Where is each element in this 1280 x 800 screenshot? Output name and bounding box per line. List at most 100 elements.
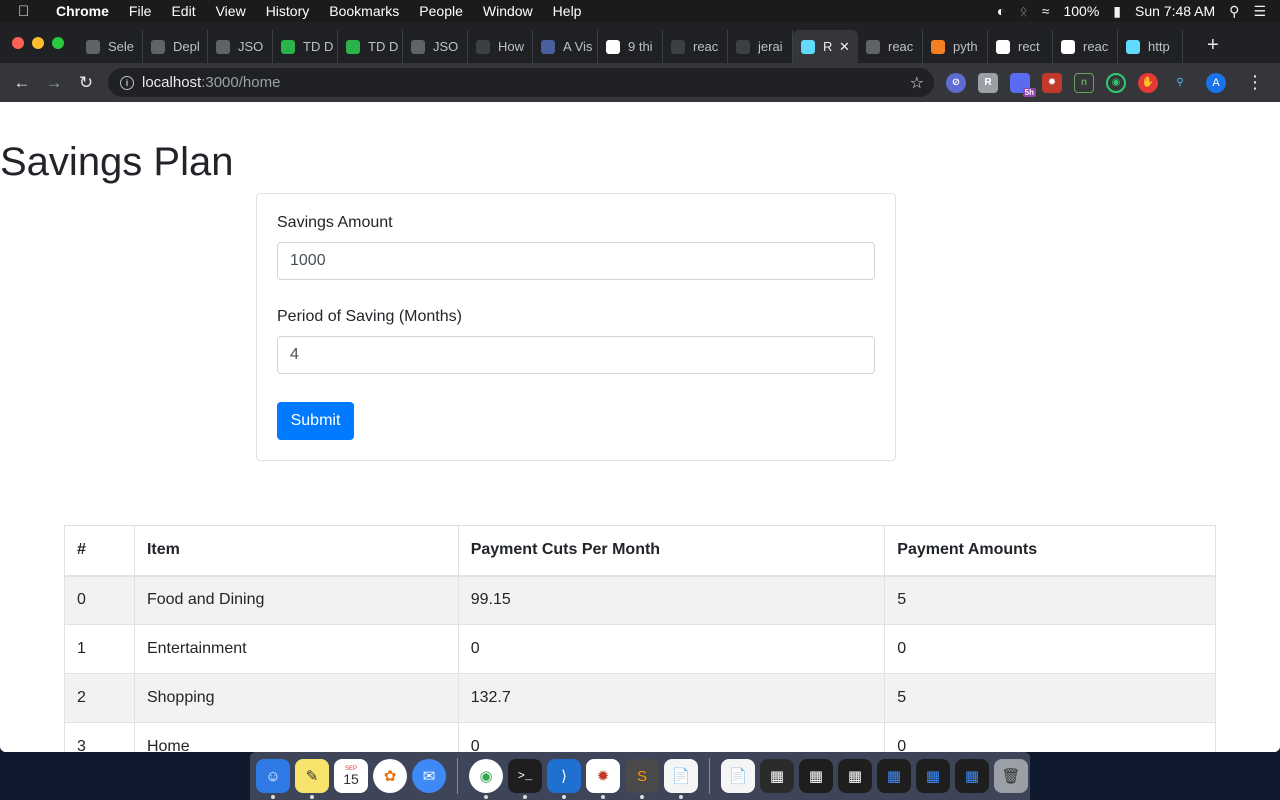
site-info-icon[interactable]: i — [120, 75, 134, 90]
tab-strip: Sele Depl JSO TD D TD D JSO How A Vis 9 thi reac j… — [0, 22, 1280, 63]
reload-button[interactable]: ↻ — [70, 67, 102, 99]
bluetooth-icon[interactable]: ᛟ — [1019, 3, 1027, 19]
window-thumbnail-icon[interactable]: ▦ — [799, 759, 833, 793]
browser-tab[interactable]: JSO — [403, 30, 468, 63]
sublime-text-icon[interactable]: S — [625, 759, 659, 799]
ext-badge: 5h — [1022, 87, 1036, 97]
browser-tab[interactable]: TD D — [338, 30, 403, 63]
document-icon[interactable]: 📄 — [664, 759, 698, 799]
terminal-icon[interactable]: >_ — [508, 759, 542, 799]
tab-label: A Vis — [563, 39, 593, 54]
globe-icon — [86, 39, 100, 54]
close-tab-icon[interactable]: ✕ — [839, 39, 850, 55]
browser-tab[interactable]: Depl — [143, 30, 208, 63]
window-thumbnail-icon[interactable]: ▦ — [838, 759, 872, 793]
chrome-icon[interactable]: ◉ — [469, 759, 503, 799]
submit-button[interactable]: Submit — [277, 402, 354, 440]
browser-tab[interactable]: R ✕ — [793, 30, 858, 63]
window-thumbnail-icon[interactable]: ▦ — [760, 759, 794, 793]
new-tab-button[interactable]: + — [1207, 35, 1219, 55]
github-icon — [476, 39, 490, 54]
ext-target-icon[interactable]: ◉ — [1106, 72, 1126, 93]
stackoverflow-icon — [931, 39, 945, 54]
browser-tab[interactable]: jerai — [728, 30, 793, 63]
browser-tab[interactable]: rect — [988, 30, 1053, 63]
browser-tab[interactable]: pyth — [923, 30, 988, 63]
finder-icon[interactable]: ☺ — [256, 759, 290, 799]
browser-tab[interactable]: 9 thi — [598, 30, 663, 63]
cell-payment-cut: 0 — [457, 624, 886, 674]
td-icon — [281, 39, 295, 54]
browser-tab[interactable]: How — [468, 30, 533, 63]
window-thumbnail-icon[interactable]: ▦ — [877, 759, 911, 793]
ext-bug-icon[interactable]: ✹ — [1042, 72, 1062, 93]
forward-button[interactable]: → — [38, 67, 70, 99]
address-bar[interactable]: i localhost:3000/home ☆ — [108, 68, 934, 97]
chrome-menu-icon[interactable]: ⋮ — [1246, 72, 1264, 93]
html-file-icon[interactable]: 📄 — [721, 759, 755, 793]
minimize-window-icon[interactable] — [32, 37, 44, 49]
period-input[interactable]: 4 — [277, 336, 875, 374]
spotlight-search-icon[interactable]: ⚲ — [1229, 3, 1239, 20]
macos-dock: ☺ ✎ SEP 15 ✿ ✉ ◉ >_ ⟩ ✹ S 📄 📄 ▦ ▦ ▦ ▦ ▦ ▦… — [250, 752, 1030, 800]
ext-search-icon[interactable]: ⚲ — [1170, 72, 1190, 93]
notes-icon[interactable]: ✎ — [295, 759, 329, 799]
ext-nodejs-icon[interactable]: n — [1074, 72, 1094, 93]
wifi-icon[interactable]: ≈ — [1042, 3, 1050, 19]
header-index: # — [64, 525, 135, 577]
browser-tab[interactable]: TD D — [273, 30, 338, 63]
cell-index: 0 — [64, 575, 135, 625]
vscode-icon[interactable]: ⟩ — [547, 759, 581, 799]
menu-edit[interactable]: Edit — [171, 3, 195, 19]
savings-amount-input[interactable]: 1000 — [277, 242, 875, 280]
clock[interactable]: Sun 7:48 AM — [1135, 3, 1215, 19]
browser-tab[interactable]: Sele — [78, 30, 143, 63]
cell-item: Home — [133, 722, 459, 752]
browser-tab[interactable]: JSO — [208, 30, 273, 63]
menu-history[interactable]: History — [266, 3, 310, 19]
header-payment-amounts: Payment Amounts — [884, 525, 1216, 577]
browser-tab[interactable]: A Vis — [533, 30, 598, 63]
browser-tab[interactable]: reac — [663, 30, 728, 63]
bookmark-star-icon[interactable]: ☆ — [910, 73, 924, 93]
photos-icon[interactable]: ✿ — [373, 759, 407, 793]
browser-tab[interactable]: reac — [858, 30, 923, 63]
window-thumbnail-icon[interactable]: ▦ — [916, 759, 950, 793]
menu-file[interactable]: File — [129, 3, 152, 19]
trash-icon[interactable]: 🗑 — [994, 759, 1028, 793]
browser-tab[interactable]: http — [1118, 30, 1183, 63]
notification-center-icon[interactable]: ☰ — [1253, 3, 1266, 20]
menu-window[interactable]: Window — [483, 3, 533, 19]
ext-block-icon[interactable]: ⊘ — [946, 72, 966, 93]
close-window-icon[interactable] — [12, 37, 24, 49]
table-row: 0 Food and Dining 99.15 5 — [64, 575, 1216, 625]
ext-calendar-icon[interactable]: 5h — [1010, 72, 1036, 97]
cell-payment-cut: 99.15 — [457, 575, 886, 625]
calendar-icon[interactable]: SEP 15 — [334, 759, 368, 793]
timemachine-icon[interactable]: ◐ — [997, 3, 1005, 19]
menu-help[interactable]: Help — [553, 3, 582, 19]
window-thumbnail-icon[interactable]: ▦ — [955, 759, 989, 793]
cell-index: 3 — [64, 722, 135, 752]
back-button[interactable]: ← — [6, 67, 38, 99]
menu-people[interactable]: People — [419, 3, 463, 19]
browser-tab[interactable]: reac — [1053, 30, 1118, 63]
spider-app-icon[interactable]: ✹ — [586, 759, 620, 799]
td-icon — [346, 39, 360, 54]
profile-avatar[interactable]: A — [1206, 72, 1226, 93]
cell-item: Food and Dining — [133, 575, 459, 625]
menu-app-name[interactable]: Chrome — [56, 3, 109, 19]
menu-bookmarks[interactable]: Bookmarks — [329, 3, 399, 19]
cell-item: Shopping — [133, 673, 459, 723]
period-group: Period of Saving (Months) 4 — [277, 308, 875, 374]
tab-label: R — [823, 39, 833, 54]
cell-payment-cut: 132.7 — [457, 673, 886, 723]
apple-menu-icon[interactable]:  — [18, 3, 40, 20]
menu-view[interactable]: View — [216, 3, 246, 19]
ext-adblock-icon[interactable]: ✋ — [1138, 72, 1158, 93]
cell-payment-amount: 0 — [884, 624, 1216, 674]
messages-icon[interactable]: ✉ — [412, 759, 446, 793]
ext-r-icon[interactable]: R — [978, 72, 998, 93]
maximize-window-icon[interactable] — [52, 37, 64, 49]
battery-icon[interactable]: ▮ — [1113, 3, 1121, 20]
